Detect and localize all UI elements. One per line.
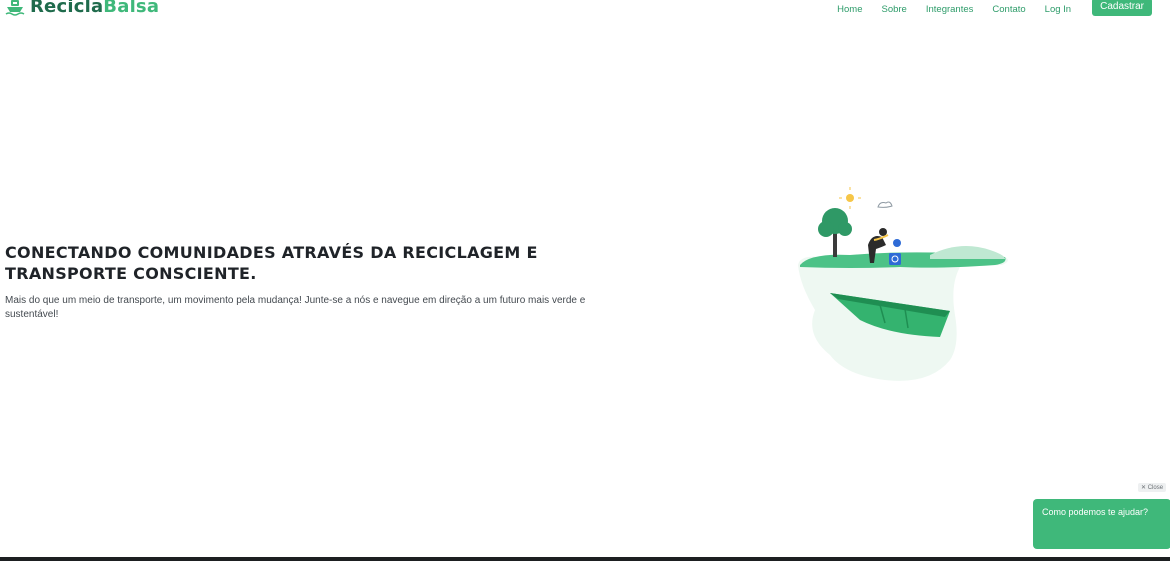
nav-contato[interactable]: Contato [992,4,1025,15]
sun-icon [846,194,854,202]
chat-close-button[interactable]: ✕ Close [1138,483,1167,492]
hill [930,246,1005,259]
nav-integrantes[interactable]: Integrantes [926,4,974,15]
logo-text-recicla: Recicla [30,0,104,17]
chat-bubble[interactable]: Como podemos te ajudar? [1033,499,1170,549]
page: ReciclaBalsa Home Sobre Integrantes Cont… [0,0,1170,561]
bottom-bar [0,557,1170,561]
boat-icon [5,0,25,16]
logo[interactable]: ReciclaBalsa [5,0,159,17]
logo-text-balsa: Balsa [103,0,160,17]
nav-login[interactable]: Log In [1045,4,1071,15]
main-nav: Home Sobre Integrantes Contato Log In Ca… [818,0,1152,16]
logo-text: ReciclaBalsa [30,0,159,17]
hero-title: CONECTANDO COMUNIDADES ATRAVÉS DA RECICL… [5,243,538,283]
recycle-bin-icon [889,253,901,265]
cloud-icon [877,201,893,208]
nav-home[interactable]: Home [837,4,862,15]
recycling-boat-illustration [798,187,1008,381]
nav-sobre[interactable]: Sobre [881,4,906,15]
header: ReciclaBalsa Home Sobre Integrantes Cont… [0,0,1170,20]
cadastrar-button[interactable]: Cadastrar [1092,0,1152,16]
person-head [879,228,887,236]
hero-text: Mais do que um meio de transporte, um mo… [5,295,586,320]
